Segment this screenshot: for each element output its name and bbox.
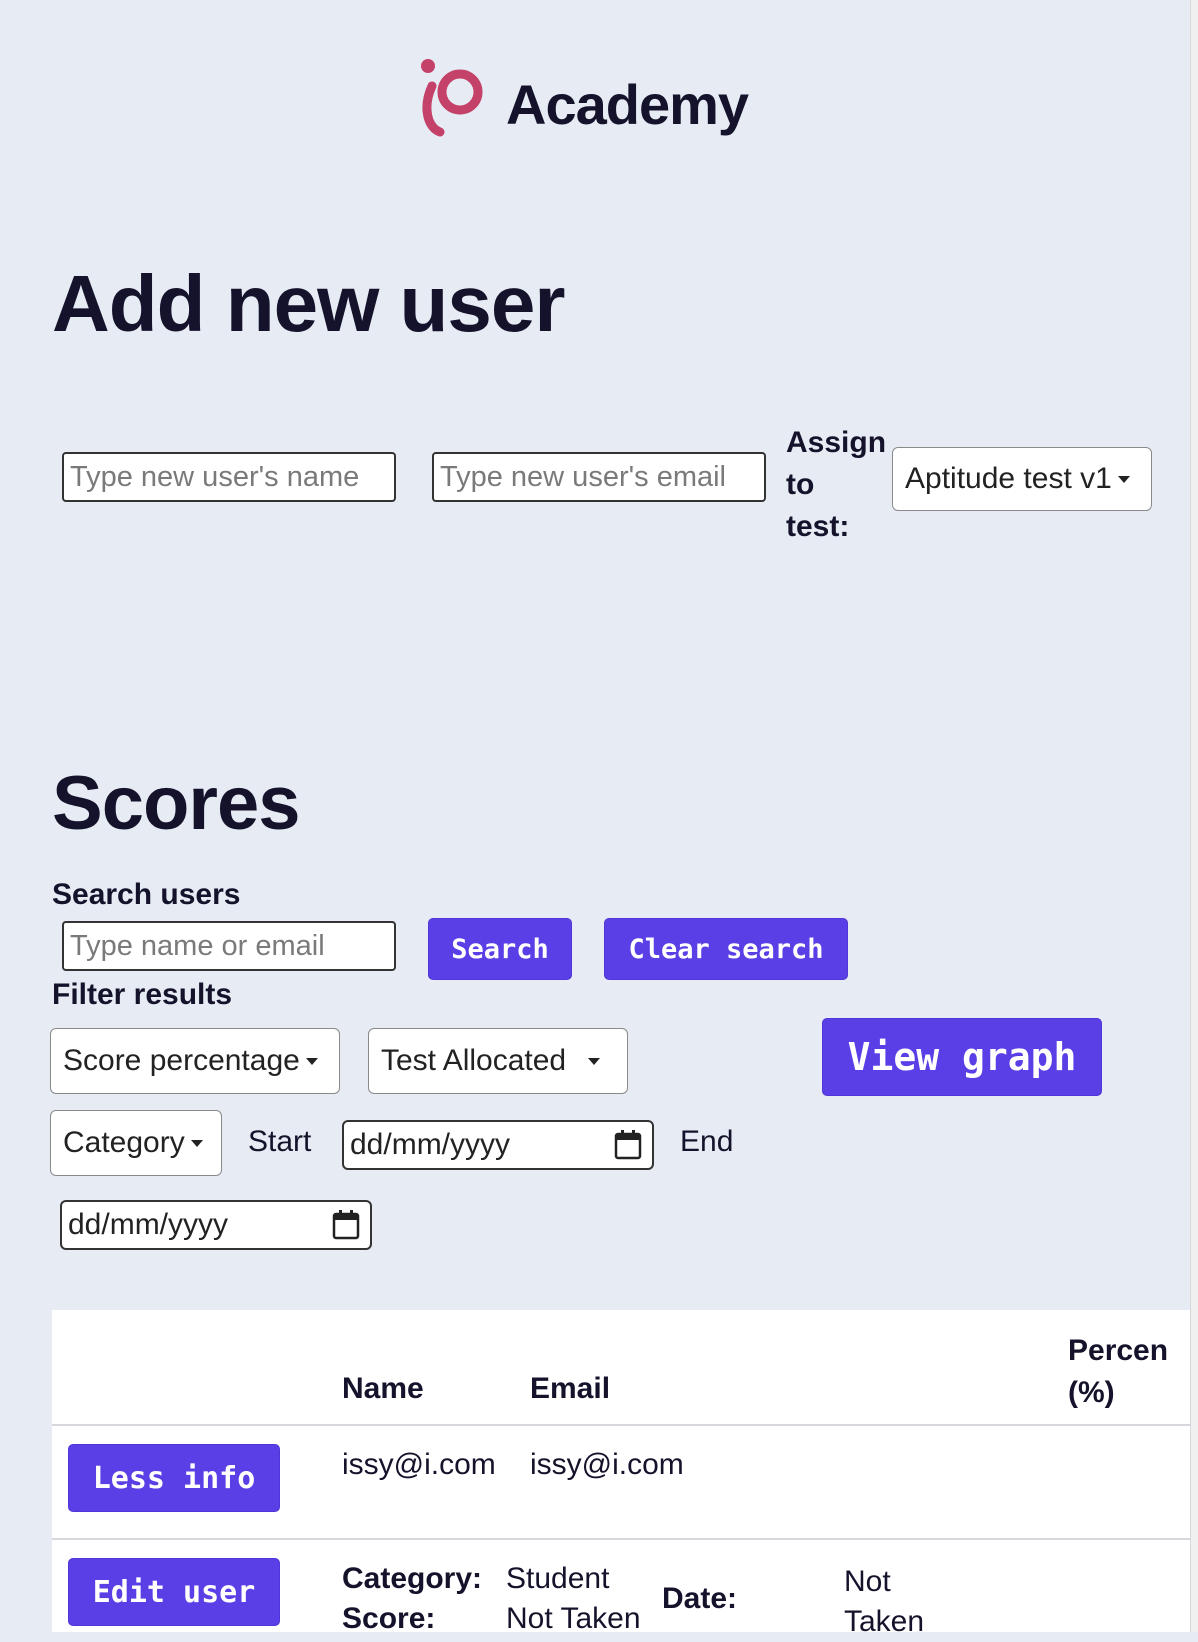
row-divider xyxy=(52,1538,1198,1540)
filter-results-label: Filter results xyxy=(52,978,233,1011)
new-user-email-input[interactable] xyxy=(432,452,766,502)
end-date-label: End xyxy=(680,1125,734,1158)
chevron-down-icon xyxy=(1117,475,1130,483)
detail-date-value: Not Taken xyxy=(844,1565,925,1638)
score-percentage-select[interactable]: Score percentage xyxy=(50,1028,340,1094)
less-info-button[interactable]: Less info xyxy=(68,1444,280,1512)
assign-test-label: Assign to test: xyxy=(786,426,887,543)
search-users-label: Search users xyxy=(52,878,241,911)
header-divider xyxy=(52,1424,1198,1426)
detail-date-label: Date: xyxy=(662,1582,738,1615)
brand-name: Academy xyxy=(506,73,749,136)
detail-category-value: Student xyxy=(506,1562,610,1595)
category-select[interactable]: Category xyxy=(50,1110,222,1176)
search-button[interactable]: Search xyxy=(428,918,572,980)
chevron-down-icon xyxy=(305,1057,318,1065)
start-date-label: Start xyxy=(248,1125,312,1158)
academy-logo-icon xyxy=(421,59,483,137)
column-header-email: Email xyxy=(530,1372,611,1405)
search-input[interactable] xyxy=(62,921,396,971)
new-user-name-input[interactable] xyxy=(62,452,396,502)
row-email: issy@i.com xyxy=(530,1448,684,1481)
scores-table: Name Email Percen (%) Less info issy@i.c… xyxy=(52,1310,1198,1638)
calendar-icon[interactable] xyxy=(332,1210,360,1240)
add-user-title: Add new user xyxy=(52,259,566,348)
category-label: Category xyxy=(63,1126,185,1159)
row-name: issy@i.com xyxy=(342,1448,496,1481)
view-graph-button[interactable]: View graph xyxy=(822,1018,1102,1096)
column-header-name: Name xyxy=(342,1372,424,1405)
chevron-down-icon xyxy=(190,1139,203,1147)
detail-score-label: Score: xyxy=(342,1602,436,1635)
calendar-icon[interactable] xyxy=(614,1130,642,1160)
score-percentage-label: Score percentage xyxy=(63,1044,300,1077)
vertical-scrollbar[interactable] xyxy=(1190,0,1198,1632)
edit-user-button[interactable]: Edit user xyxy=(68,1558,280,1626)
assign-test-value: Aptitude test v1 xyxy=(905,462,1112,495)
test-allocated-label: Test Allocated xyxy=(381,1044,567,1077)
clear-search-button[interactable]: Clear search xyxy=(604,918,848,980)
column-header-percentage: Percen (%) xyxy=(1068,1334,1169,1409)
end-date-placeholder: dd/mm/yyyy xyxy=(68,1208,229,1241)
end-date-input[interactable]: dd/mm/yyyy xyxy=(60,1200,372,1250)
chevron-down-icon xyxy=(588,1057,601,1065)
start-date-placeholder: dd/mm/yyyy xyxy=(350,1128,511,1161)
detail-score-value: Not Taken xyxy=(506,1602,641,1635)
assign-test-select[interactable]: Aptitude test v1 xyxy=(892,447,1152,511)
start-date-input[interactable]: dd/mm/yyyy xyxy=(342,1120,654,1170)
detail-category-label: Category: xyxy=(342,1562,483,1595)
test-allocated-select[interactable]: Test Allocated xyxy=(368,1028,628,1094)
scores-title: Scores xyxy=(52,761,300,846)
